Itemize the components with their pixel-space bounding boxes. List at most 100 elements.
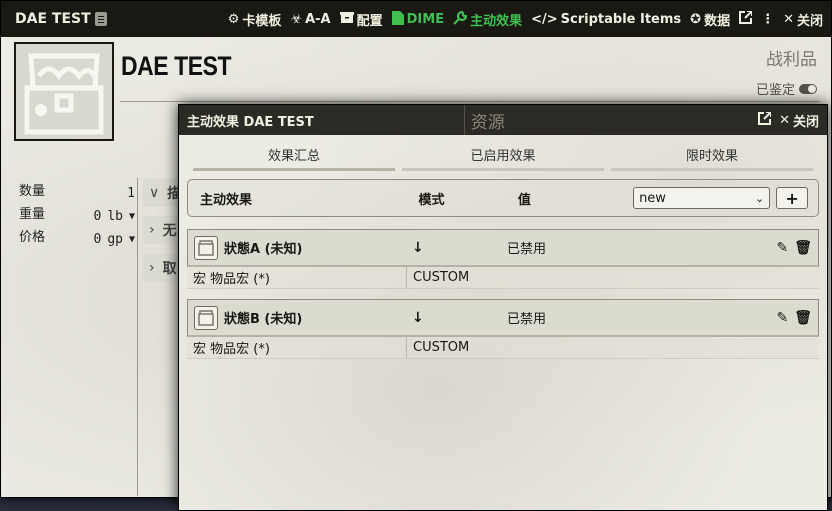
dialog-header[interactable]: 主动效果 DAE TEST 资源 ✕ 关闭 <box>179 105 827 135</box>
data-label: 数据 <box>704 13 731 29</box>
more-options-button[interactable]: ⋮ <box>761 13 774 26</box>
change-key: 宏 物品宏 (*) <box>187 337 407 358</box>
data-button[interactable]: ✪ 数据 <box>690 10 730 29</box>
add-effect-button[interactable]: + <box>776 187 809 209</box>
effect-change-row: 宏 物品宏 (*) CUSTOM <box>187 267 819 289</box>
biohazard-icon: ☣ <box>290 11 303 27</box>
arrow-down-icon[interactable]: ↓ <box>412 240 507 256</box>
price-unit-select[interactable]: gp <box>107 232 123 247</box>
arrow-down-icon[interactable]: ↓ <box>412 310 507 326</box>
edit-icon[interactable]: ✎ <box>776 310 788 326</box>
close-sheet-button[interactable]: ✕ 关闭 <box>783 10 823 29</box>
chevron-down-icon: ▼ <box>128 234 135 245</box>
dialog-title: 主动效果 DAE TEST <box>187 114 314 130</box>
tab-enabled-effects[interactable]: 已启用效果 <box>402 145 604 171</box>
price-value: 0 <box>93 232 102 247</box>
configure-button[interactable]: 配置 <box>339 10 383 29</box>
effect-status: 已禁用 <box>507 312 547 327</box>
dialog-actions: ✕ 关闭 <box>758 110 819 130</box>
effect-image-icon <box>194 305 218 330</box>
chevron-down-icon: ▼ <box>128 211 135 222</box>
popout-button[interactable] <box>739 10 754 27</box>
sheet-header[interactable]: DAE TEST ⚙ 卡模板 ☣ A-A 配置 DIME 主动效果 </> Sc… <box>1 1 831 37</box>
edit-icon[interactable]: ✎ <box>776 240 788 256</box>
external-link-icon <box>739 10 754 27</box>
dialog-popout-button[interactable] <box>758 110 773 129</box>
sheet-title-text: DAE TEST <box>15 11 91 27</box>
weight-label: 重量 <box>19 207 46 222</box>
weight-row: 重量 0 lb ▼ <box>19 207 135 224</box>
close-icon: ✕ <box>779 112 790 128</box>
name-divider <box>120 101 820 102</box>
effect-row[interactable]: 狀態A (未知) ↓ 已禁用 ✎ 🗑 <box>187 229 819 267</box>
sheet-template-label: 卡模板 <box>242 13 282 29</box>
box-icon <box>339 11 354 27</box>
file-icon <box>391 10 404 28</box>
identified-label: 已鉴定 <box>755 83 795 98</box>
weight-input[interactable]: 0 lb ▼ <box>93 207 135 224</box>
change-key: 宏 物品宏 (*) <box>187 267 407 288</box>
effect-name: 狀態A (未知) <box>224 242 303 257</box>
quantity-label: 数量 <box>19 184 46 199</box>
dime-button[interactable]: DIME <box>391 10 445 28</box>
effects-list-header: 主动效果 模式 值 new ⌄ + <box>187 179 819 217</box>
header-actions: ⚙ 卡模板 ☣ A-A 配置 DIME 主动效果 </> Scriptable … <box>228 10 823 29</box>
identified-toggle[interactable]: 已鉴定 <box>756 79 817 98</box>
quantity-row: 数量 1 <box>19 184 135 201</box>
plus-icon: + <box>785 188 799 208</box>
effect-row[interactable]: 狀態B (未知) ↓ 已禁用 ✎ 🗑 <box>187 299 819 337</box>
wrench-icon <box>453 10 468 28</box>
column-divider <box>137 178 138 496</box>
scriptable-items-label: Scriptable Items <box>560 11 682 27</box>
collapsed-section-2-label: 取 <box>162 261 177 277</box>
close-label: 关闭 <box>796 13 823 29</box>
effect-item: 狀態B (未知) ↓ 已禁用 ✎ 🗑 宏 物品宏 (*) CUSTOM <box>187 299 819 359</box>
item-image[interactable] <box>14 42 114 141</box>
automated-animations-button[interactable]: ☣ A-A <box>290 12 330 27</box>
sheet-template-button[interactable]: ⚙ 卡模板 <box>228 10 282 29</box>
sheet-title: DAE TEST <box>15 11 107 27</box>
price-label: 价格 <box>19 230 46 245</box>
quantity-input[interactable]: 1 <box>127 184 135 201</box>
col-header-value: 值 <box>517 192 531 208</box>
effect-change-row: 宏 物品宏 (*) CUSTOM <box>187 337 819 359</box>
underlying-tab-hint: 资源 <box>470 112 505 133</box>
weight-unit-select[interactable]: lb <box>107 209 123 224</box>
effect-tools: ✎ 🗑 <box>776 240 812 256</box>
tab-temporary-effects[interactable]: 限时效果 <box>611 145 813 171</box>
more-icon: ⋮ <box>761 11 775 27</box>
price-row: 价格 0 gp ▼ <box>19 230 135 247</box>
active-effects-button[interactable]: 主动效果 <box>453 10 522 29</box>
external-link-icon <box>758 110 773 129</box>
configure-label: 配置 <box>356 13 383 29</box>
cog-icon: ✪ <box>690 11 702 27</box>
new-effect-select-value: new <box>639 190 666 206</box>
document-id-icon[interactable] <box>94 12 107 26</box>
dime-label: DIME <box>406 11 445 27</box>
scriptable-items-button[interactable]: </> Scriptable Items <box>531 12 681 27</box>
price-input[interactable]: 0 gp ▼ <box>93 230 135 247</box>
chevron-right-icon: › <box>149 222 155 238</box>
dialog-close-label: 关闭 <box>792 114 819 130</box>
new-effect-select[interactable]: new ⌄ <box>633 187 771 209</box>
trash-icon[interactable]: 🗑 <box>794 310 812 326</box>
tab-effects-summary[interactable]: 效果汇总 <box>193 145 395 171</box>
item-properties: 数量 1 重量 0 lb ▼ 价格 0 gp ▼ <box>19 184 135 253</box>
effect-item: 狀態A (未知) ↓ 已禁用 ✎ 🗑 宏 物品宏 (*) CUSTOM <box>187 229 819 289</box>
code-icon: </> <box>531 11 558 27</box>
change-mode: CUSTOM <box>413 270 470 285</box>
effects-tabs: 效果汇总 已启用效果 限时效果 <box>179 135 827 171</box>
item-name[interactable]: DAE TEST <box>121 51 232 82</box>
gear-icon: ⚙ <box>227 11 240 27</box>
automated-animations-label: A-A <box>305 11 331 27</box>
active-effects-label: 主动效果 <box>470 13 523 29</box>
item-type: 战利品 <box>766 50 817 70</box>
quantity-value: 1 <box>127 186 135 201</box>
active-effects-dialog: 主动效果 DAE TEST 资源 ✕ 关闭 效果汇总 已启用效果 限时效果 主动… <box>178 104 828 511</box>
effect-image-icon <box>194 235 218 260</box>
close-icon: ✕ <box>783 11 794 27</box>
weight-value: 0 <box>93 209 102 224</box>
dialog-close-button[interactable]: ✕ 关闭 <box>779 111 819 130</box>
trash-icon[interactable]: 🗑 <box>794 240 812 256</box>
